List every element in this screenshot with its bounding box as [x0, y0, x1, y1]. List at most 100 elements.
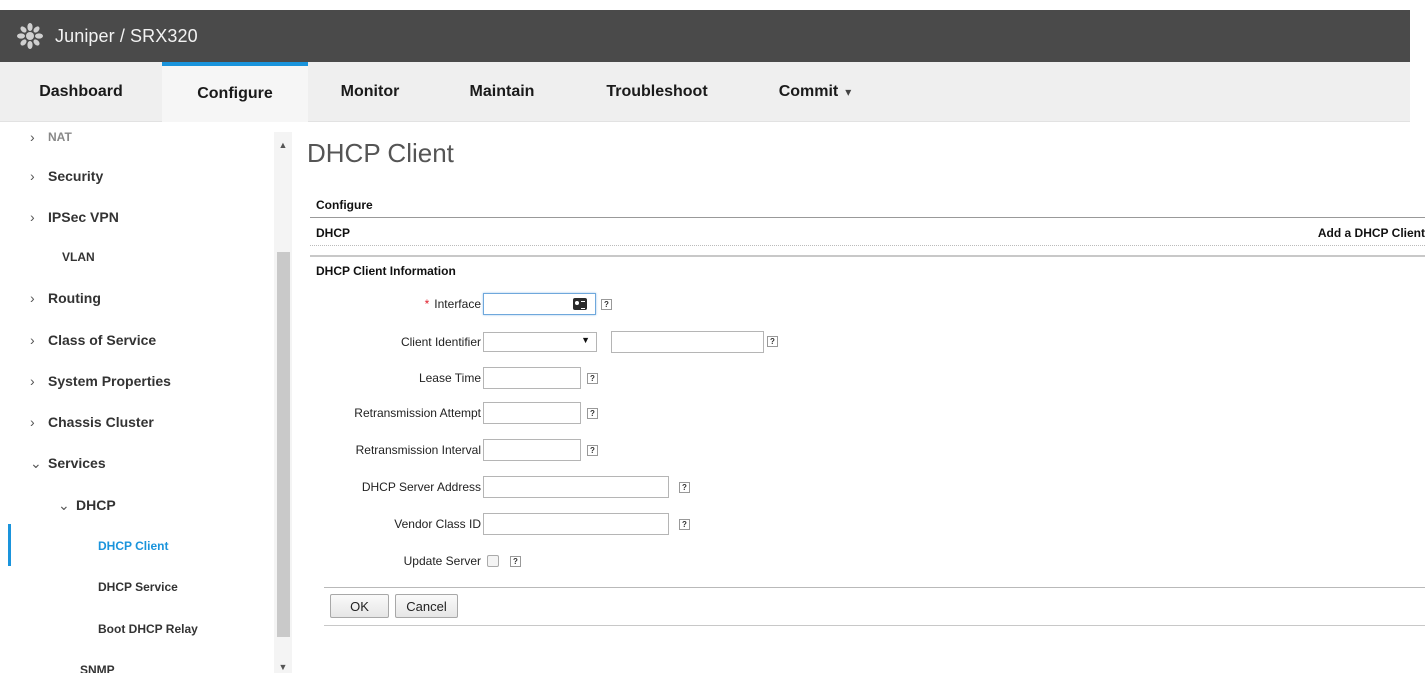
sidebar-item-chassis-cluster[interactable]: › Chassis Cluster: [30, 411, 154, 433]
chevron-right-icon: ›: [30, 290, 35, 306]
add-dhcp-client-link[interactable]: Add a DHCP Client: [1318, 226, 1425, 240]
vendor-class-id-help-icon[interactable]: ?: [679, 519, 690, 530]
retransmission-interval-label: Retransmission Interval: [355, 443, 481, 457]
sidebar-item-ipsec-vpn[interactable]: › IPSec VPN: [30, 206, 119, 228]
update-server-help-icon[interactable]: ?: [510, 556, 521, 567]
tab-commit[interactable]: Commit ▾: [742, 62, 888, 122]
chevron-down-icon: ▼: [581, 335, 590, 345]
dhcp-server-address-label: DHCP Server Address: [361, 480, 481, 494]
ok-button[interactable]: OK: [330, 594, 389, 618]
sidebar-item-routing[interactable]: › Routing: [30, 287, 101, 309]
lease-time-help-icon[interactable]: ?: [587, 373, 598, 384]
tab-configure-label: Configure: [197, 85, 273, 102]
divider: [310, 255, 1425, 257]
chevron-right-icon: ›: [30, 373, 35, 389]
main-content: DHCP Client Configure DHCP Add a DHCP Cl…: [292, 122, 1425, 673]
sidebar-item-dhcp[interactable]: ⌄ DHCP: [58, 494, 116, 516]
tab-configure[interactable]: Configure: [162, 62, 308, 122]
divider: [324, 587, 1425, 588]
page-title: DHCP Client: [307, 138, 454, 168]
sidebar-item-label: Chassis Cluster: [48, 414, 154, 430]
sidebar-item-snmp[interactable]: SNMP: [80, 659, 115, 673]
sidebar-item-label: DHCP Client: [98, 539, 169, 553]
sidebar-item-label: Boot DHCP Relay: [98, 622, 198, 636]
chevron-down-icon: ▾: [845, 85, 852, 99]
sidebar-item-label: DHCP: [76, 497, 116, 513]
sidebar-item-class-of-service[interactable]: › Class of Service: [30, 329, 156, 351]
divider: [310, 217, 1425, 218]
client-identifier-select[interactable]: ▼: [483, 332, 597, 352]
sidebar-item-system-properties[interactable]: › System Properties: [30, 370, 171, 392]
tab-dashboard-label: Dashboard: [39, 83, 123, 100]
dhcp-server-address-help-icon[interactable]: ?: [679, 482, 690, 493]
title-bar: Juniper / SRX320: [0, 10, 1410, 62]
required-marker: *: [424, 297, 430, 311]
section-dhcp-heading: DHCP: [316, 226, 351, 240]
retransmission-interval-help-icon[interactable]: ?: [587, 445, 598, 456]
dhcp-server-address-input[interactable]: [483, 476, 669, 498]
update-server-label: Update Server: [403, 554, 481, 568]
sidebar-item-label: Services: [48, 455, 106, 471]
lease-time-label: Lease Time: [418, 371, 481, 385]
retransmission-interval-input[interactable]: [483, 439, 581, 461]
client-identifier-help-icon[interactable]: ?: [767, 336, 778, 347]
divider: [310, 245, 1425, 246]
update-server-checkbox[interactable]: [487, 555, 499, 567]
sidebar-item-label: IPSec VPN: [48, 209, 119, 225]
retransmission-attempt-help-icon[interactable]: ?: [587, 408, 598, 419]
sidebar-item-label: System Properties: [48, 373, 171, 389]
section-client-info-heading: DHCP Client Information: [316, 264, 456, 278]
sidebar-item-label: DHCP Service: [98, 580, 178, 594]
interface-label: * Interface: [424, 297, 481, 311]
scroll-up-icon[interactable]: ▲: [274, 140, 292, 150]
chevron-right-icon: ›: [30, 168, 35, 184]
sidebar-item-label: NAT: [48, 130, 72, 144]
tab-dashboard[interactable]: Dashboard: [0, 62, 162, 122]
retransmission-attempt-label: Retransmission Attempt: [354, 406, 481, 420]
tab-maintain[interactable]: Maintain: [432, 62, 572, 122]
sidebar-item-security[interactable]: › Security: [30, 165, 103, 187]
tab-commit-label: Commit: [778, 83, 839, 100]
sidebar-item-dhcp-service[interactable]: DHCP Service: [98, 576, 178, 598]
app-title: Juniper / SRX320: [55, 25, 198, 46]
juniper-logo-icon: [17, 23, 43, 49]
chevron-down-icon: ⌄: [58, 496, 70, 513]
sidebar-item-boot-dhcp-relay[interactable]: Boot DHCP Relay: [98, 618, 198, 640]
chevron-right-icon: ›: [30, 129, 35, 145]
sidebar-item-dhcp-client[interactable]: DHCP Client: [98, 535, 168, 557]
divider: [324, 625, 1425, 626]
sidebar-item-label: SNMP: [80, 663, 115, 673]
cancel-button[interactable]: Cancel: [395, 594, 458, 618]
tab-monitor[interactable]: Monitor: [308, 62, 432, 122]
sidebar-scrollbar[interactable]: ▲ ▼: [274, 132, 292, 673]
chevron-right-icon: ›: [30, 332, 35, 348]
scrollbar-thumb[interactable]: [277, 252, 290, 637]
tab-troubleshoot[interactable]: Troubleshoot: [572, 62, 742, 122]
sidebar: › NAT › Security › IPSec VPN VLAN › Rout…: [0, 122, 270, 673]
selected-item-marker: [8, 524, 11, 566]
retransmission-attempt-input[interactable]: [483, 402, 581, 424]
vendor-class-id-input[interactable]: [483, 513, 669, 535]
tab-monitor-label: Monitor: [340, 83, 400, 100]
tab-maintain-label: Maintain: [469, 83, 535, 100]
sidebar-item-vlan[interactable]: VLAN: [62, 246, 95, 268]
vendor-class-id-label: Vendor Class ID: [394, 517, 481, 531]
chevron-down-icon: ⌄: [30, 454, 42, 471]
chevron-right-icon: ›: [30, 414, 35, 430]
client-identifier-input[interactable]: [611, 331, 764, 353]
sidebar-item-label: Class of Service: [48, 332, 157, 348]
tab-troubleshoot-label: Troubleshoot: [606, 83, 708, 100]
interface-help-icon[interactable]: ?: [601, 299, 612, 310]
sidebar-item-label: Security: [48, 168, 104, 184]
interface-picker-icon[interactable]: [573, 298, 587, 310]
client-identifier-label: Client Identifier: [400, 335, 481, 349]
sidebar-item-services[interactable]: ⌄ Services: [30, 452, 106, 474]
section-configure-heading: Configure: [316, 198, 373, 212]
chevron-right-icon: ›: [30, 209, 35, 225]
sidebar-item-label: VLAN: [62, 250, 95, 264]
main-nav: Dashboard Configure Monitor Maintain Tro…: [0, 62, 1410, 122]
sidebar-item-label: Routing: [48, 290, 101, 306]
scroll-down-icon[interactable]: ▼: [274, 662, 292, 672]
sidebar-item-nat[interactable]: › NAT: [30, 126, 72, 148]
lease-time-input[interactable]: [483, 367, 581, 389]
